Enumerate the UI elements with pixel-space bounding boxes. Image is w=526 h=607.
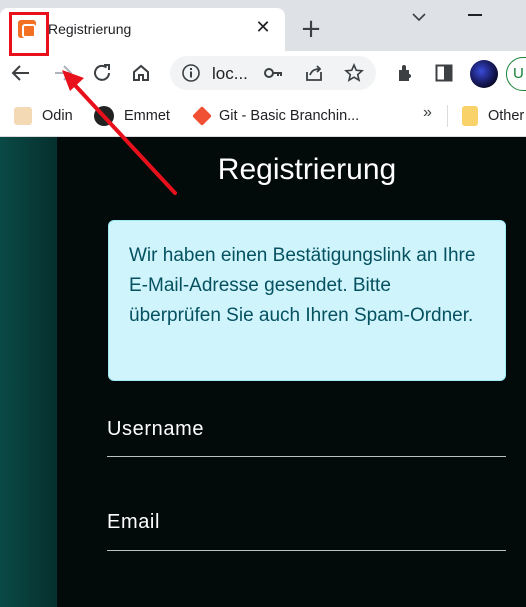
annotation-arrow — [62, 70, 177, 195]
